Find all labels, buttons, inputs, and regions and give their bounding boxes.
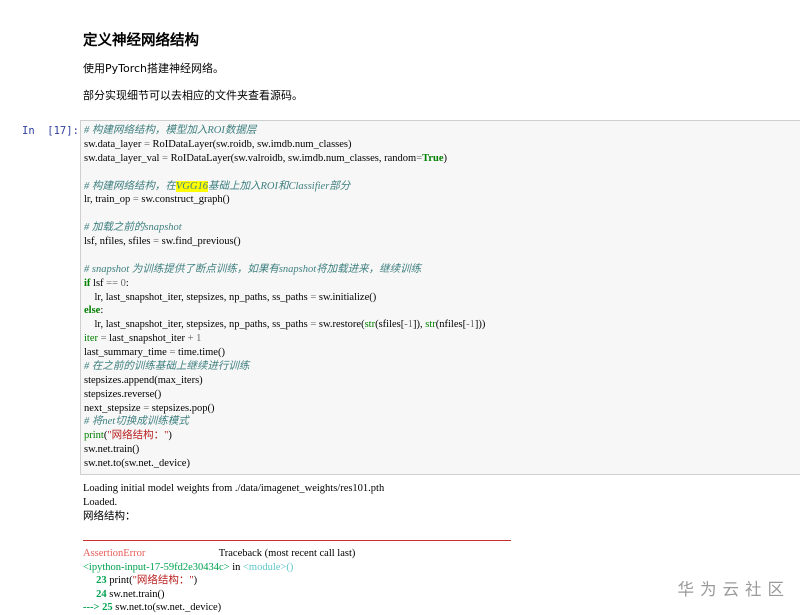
- code-text: :: [100, 305, 104, 317]
- code-operator: ==: [106, 277, 119, 289]
- error-type: AssertionError: [83, 548, 146, 559]
- code-text: sw.find_previous(): [159, 236, 241, 247]
- code-text: sw.construct_graph(): [138, 194, 230, 206]
- code-text: ): [168, 430, 172, 442]
- markdown-paragraph-source: 部分实现细节可以去相应的文件夹查看源码。: [83, 89, 303, 102]
- code-builtin: iter: [84, 333, 98, 345]
- traceback-code: ): [193, 575, 198, 587]
- code-text: RoIDataLayer(sw.roidb, sw.imdb.num_class…: [149, 138, 352, 150]
- cell-output-traceback: AssertionError Traceback (most recent ca…: [83, 547, 355, 615]
- traceback-line-number: 23: [83, 575, 107, 587]
- code-text: sw.net.train(): [84, 444, 140, 456]
- traceback-text: (): [286, 561, 294, 573]
- code-comment: # 在之前的训练基础上继续进行训练: [84, 360, 250, 372]
- code-builtin: str: [364, 319, 376, 331]
- code-comment-highlight: VGG16: [175, 180, 208, 192]
- traceback-module: <module>: [243, 561, 287, 573]
- traceback-current-line-arrow: ---> 25: [83, 602, 113, 614]
- markdown-paragraph-pytorch: 使用PyTorch搭建神经网络。: [83, 62, 225, 75]
- code-text: ])): [474, 319, 486, 331]
- code-text: lsf, nfiles, sfiles: [84, 236, 154, 247]
- code-comment: # 加载之前的snapshot: [84, 222, 182, 234]
- traceback-code: print(: [106, 575, 133, 587]
- code-text: time.time(): [175, 347, 225, 358]
- cell-output-stdout: Loading initial model weights from ./dat…: [83, 482, 384, 524]
- markdown-title: 定义神经网络结构: [83, 33, 199, 49]
- code-text: (nfiles[: [435, 319, 467, 331]
- code-builtin: print: [84, 430, 104, 442]
- code-text: sw.restore(: [316, 319, 365, 331]
- code-keyword: else: [84, 305, 101, 317]
- code-text: (sfiles[: [375, 319, 405, 331]
- code-text: stepsizes.append(max_iters): [84, 374, 203, 386]
- traceback-string: "网络结构：": [132, 575, 194, 587]
- code-text: stepsizes.reverse(): [84, 388, 162, 400]
- code-text: RoIDataLayer(sw.valroidb, sw.imdb.num_cl…: [167, 152, 417, 164]
- code-comment: # 构建网络结构，模型加入ROI数据层: [84, 125, 257, 136]
- watermark-logo: 华为云社区: [677, 580, 790, 599]
- traceback-text: in: [229, 561, 243, 573]
- code-comment: 基础上加入ROI和Classifier部分: [207, 180, 351, 192]
- code-text: stepsizes.pop(): [149, 402, 215, 414]
- traceback-separator: [83, 540, 511, 541]
- traceback-code: sw.net.to(sw.net._device): [112, 602, 222, 614]
- code-editor[interactable]: # 构建网络结构，模型加入ROI数据层 sw.data_layer = RoID…: [84, 124, 485, 471]
- code-comment: # 构建网络结构，在: [84, 180, 176, 192]
- code-text: sw.data_layer: [84, 138, 144, 150]
- code-comment: # 将net切换成训练模式: [84, 416, 189, 428]
- traceback-line-number: 24: [83, 588, 107, 600]
- output-line: Loaded.: [83, 496, 118, 508]
- code-text: last_snapshot_iter: [106, 333, 188, 345]
- traceback-header: Traceback (most recent call last): [145, 548, 356, 559]
- code-text: :: [125, 277, 129, 289]
- code-text: lsf: [90, 277, 107, 289]
- cell-prompt: In [17]:: [22, 125, 79, 137]
- traceback-code: sw.net.train(): [106, 588, 165, 600]
- code-text: sw.net.to(sw.net._device): [84, 458, 190, 469]
- code-text: sw.data_layer_val: [84, 152, 163, 164]
- code-string: "网络结构：": [107, 430, 169, 442]
- code-comment: # snapshot 为训练提供了断点训练，如果有snapshot将加载进来，继…: [84, 263, 422, 275]
- code-text: ): [443, 152, 448, 164]
- code-text: last_summary_time: [84, 347, 170, 358]
- code-builtin: str: [425, 319, 436, 331]
- code-text: lr, train_op: [84, 194, 133, 206]
- code-text: ]),: [413, 319, 426, 331]
- code-keyword: True: [422, 152, 444, 164]
- code-text: lr, last_snapshot_iter, stepsizes, np_pa…: [84, 291, 311, 303]
- code-text: next_stepsize: [84, 402, 144, 414]
- output-line: Loading initial model weights from ./dat…: [83, 483, 385, 494]
- traceback-input-ref: <ipython-input-17-59fd2e30434c>: [83, 561, 230, 573]
- output-line: 网络结构：: [83, 510, 136, 522]
- code-text: lr, last_snapshot_iter, stepsizes, np_pa…: [84, 319, 311, 331]
- code-text: sw.initialize(): [316, 291, 377, 303]
- code-number: 1: [196, 333, 202, 345]
